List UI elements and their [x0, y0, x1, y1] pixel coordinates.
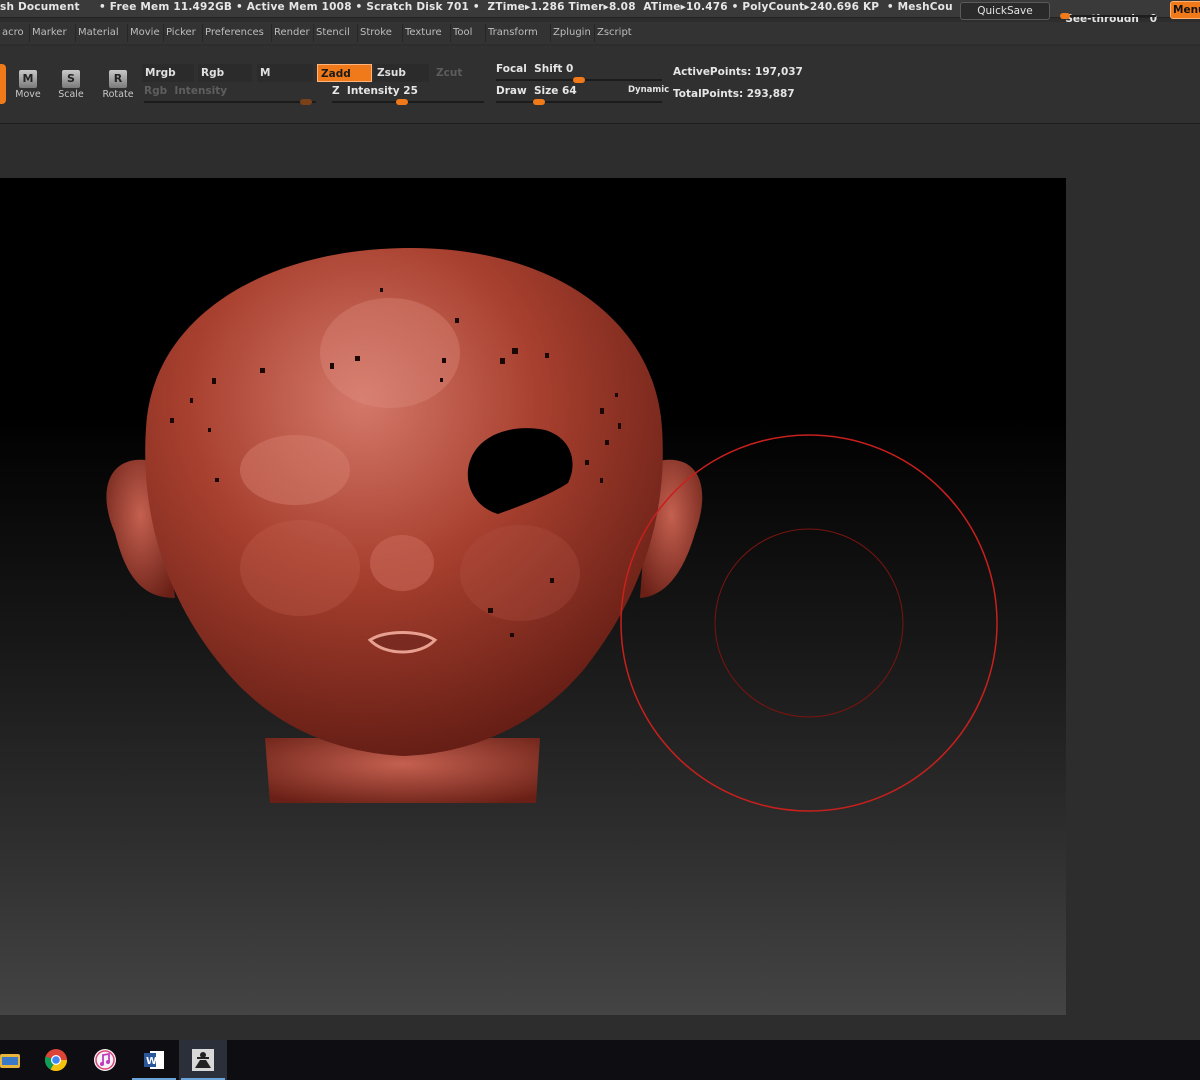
taskbar-itunes[interactable] — [81, 1040, 129, 1080]
itunes-icon — [94, 1049, 116, 1071]
total-points: TotalPoints: 293,887 — [673, 88, 795, 100]
taskbar-chrome[interactable] — [32, 1040, 80, 1080]
zbrush-icon — [192, 1049, 214, 1071]
see-through-slider[interactable]: See-through 0 — [1058, 1, 1158, 25]
brush-inner-circle — [714, 528, 904, 718]
menu-material[interactable]: Material — [75, 24, 121, 42]
draw-size-label: Draw Size 64 — [496, 85, 577, 97]
rgb-intensity-label: Rgb Intensity — [144, 85, 228, 97]
viewport-svg — [106, 247, 998, 812]
rotate-label: Rotate — [102, 89, 134, 100]
focal-shift-slider[interactable]: Focal Shift 0 — [496, 63, 662, 83]
svg-text:W: W — [146, 1056, 157, 1067]
sculpt-head-model[interactable] — [106, 247, 703, 803]
model-nose — [370, 535, 434, 591]
draw-size-knob[interactable] — [533, 99, 545, 105]
focal-shift-knob[interactable] — [573, 77, 585, 83]
move-button[interactable]: M Move — [11, 70, 45, 100]
zsub-button[interactable]: Zsub — [374, 64, 429, 82]
tool-bar: M Move S Scale R Rotate Mrgb Rgb M Zadd … — [0, 46, 1200, 124]
zcut-button[interactable]: Zcut — [433, 64, 488, 82]
menu-texture[interactable]: Texture — [402, 24, 444, 42]
menu-zscript[interactable]: Zscript — [594, 24, 634, 42]
move-label: Move — [15, 89, 41, 100]
menu-tool[interactable]: Tool — [450, 24, 474, 42]
model-left-eye-mound — [240, 435, 350, 505]
right-panel-area — [1066, 130, 1200, 1030]
rgb-button[interactable]: Rgb — [198, 64, 252, 82]
z-intensity-knob[interactable] — [396, 99, 408, 105]
model-forehead-highlight — [320, 298, 460, 408]
menu-macro[interactable]: acro — [0, 24, 26, 42]
taskbar-zbrush[interactable] — [179, 1040, 227, 1080]
document-canvas[interactable] — [0, 178, 1066, 1015]
rgb-intensity-slider[interactable]: Rgb Intensity — [144, 85, 316, 105]
move-icon: M — [19, 70, 37, 88]
menu-transform[interactable]: Transform — [485, 24, 540, 42]
menu-marker[interactable]: Marker — [29, 24, 69, 42]
menu-render[interactable]: Render — [271, 24, 312, 42]
scale-icon: S — [62, 70, 80, 88]
rotate-button[interactable]: R Rotate — [101, 70, 135, 100]
menu-stroke[interactable]: Stroke — [357, 24, 394, 42]
folder-icon — [0, 1054, 20, 1068]
z-intensity-label: Z Intensity 25 — [332, 85, 418, 97]
mrgb-button[interactable]: Mrgb — [142, 64, 194, 82]
draw-mode-button[interactable] — [0, 64, 6, 104]
scale-button[interactable]: S Scale — [54, 70, 88, 100]
windows-taskbar: W — [0, 1040, 1200, 1080]
z-intensity-slider[interactable]: Z Intensity 25 — [332, 85, 484, 105]
menus-button[interactable]: Menus — [1170, 1, 1200, 19]
menu-stencil[interactable]: Stencil — [313, 24, 352, 42]
zadd-button[interactable]: Zadd — [317, 64, 372, 82]
rgb-intensity-knob[interactable] — [300, 99, 312, 105]
taskbar-word[interactable]: W — [130, 1040, 178, 1080]
menu-picker[interactable]: Picker — [163, 24, 198, 42]
see-through-knob[interactable] — [1060, 13, 1070, 19]
status-text: sh Document • Free Mem 11.492GB • Active… — [0, 1, 953, 13]
menu-preferences[interactable]: Preferences — [202, 24, 266, 42]
menu-zplugin[interactable]: Zplugin — [550, 24, 593, 42]
model-cheek-left — [240, 520, 360, 616]
scale-label: Scale — [58, 89, 84, 100]
model-cheek-right — [460, 525, 580, 621]
dynamic-toggle[interactable]: Dynamic — [628, 85, 669, 95]
taskbar-folder[interactable] — [0, 1040, 34, 1080]
quicksave-button[interactable]: QuickSave — [960, 2, 1050, 20]
chrome-icon — [44, 1049, 67, 1071]
word-icon: W — [144, 1051, 164, 1069]
active-points: ActivePoints: 197,037 — [673, 66, 803, 78]
m-button[interactable]: M — [257, 64, 313, 82]
focal-shift-label: Focal Shift 0 — [496, 63, 574, 75]
menu-movie[interactable]: Movie — [127, 24, 162, 42]
menu-bar: acro Marker Material Movie Picker Prefer… — [0, 22, 1200, 44]
rotate-icon: R — [109, 70, 127, 88]
